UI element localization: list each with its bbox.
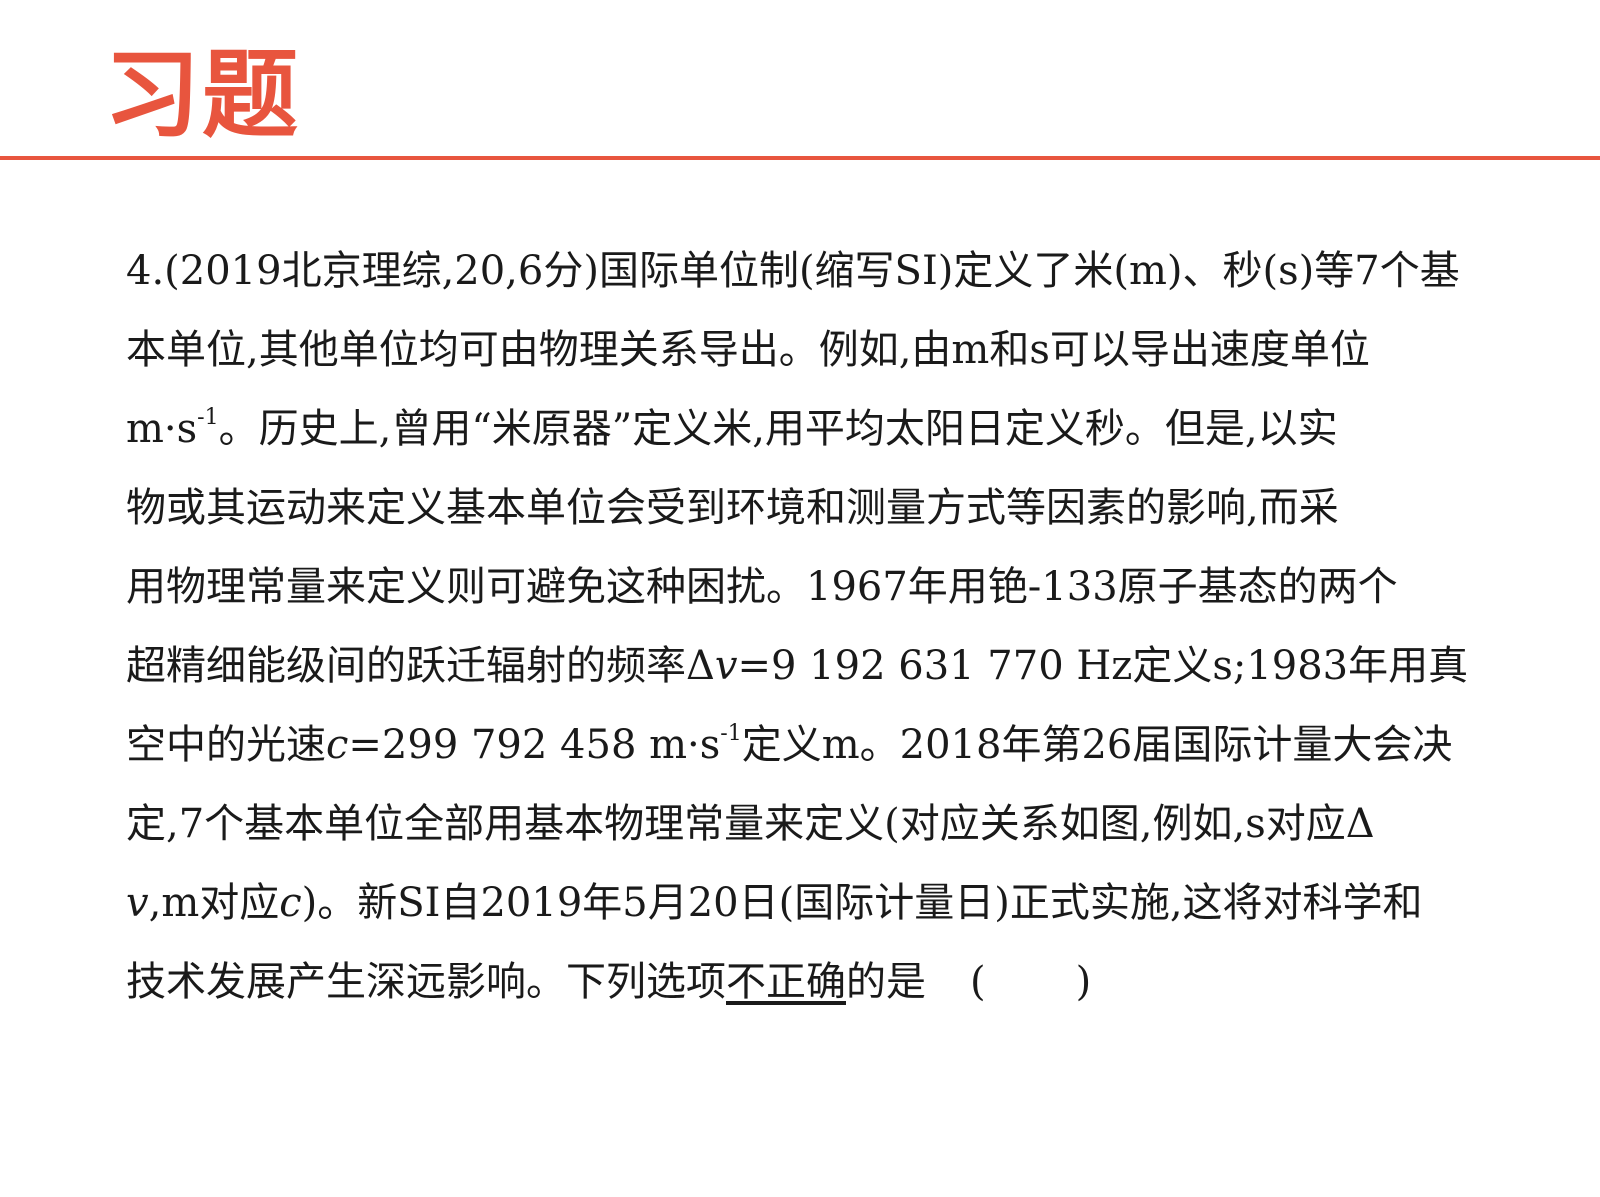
- light-speed-value: =299 792 458 m·s: [348, 722, 721, 768]
- question-line-9: v,m对应c)。新SI自2019年5月20日(国际计量日)正式实施,这将对科学和: [126, 864, 1516, 943]
- question-line-7-tail: 定义m。2018年第26届国际计量大会决: [741, 722, 1453, 768]
- question-line-5: 用物理常量来定义则可避免这种困扰。1967年用铯-133原子基态的两个: [126, 564, 1398, 610]
- unit-ms: m·s: [126, 406, 198, 452]
- symbol-c: c: [279, 880, 302, 926]
- question-line-6: 超精细能级间的跃迁辐射的频率Δv=9 192 631 770 Hz定义s;198…: [126, 627, 1516, 706]
- unit-exponent: -1: [720, 721, 742, 746]
- question-line-7-text: 空中的光速: [126, 722, 326, 768]
- bracket-close: ): [1075, 959, 1092, 1005]
- slide-title: 习题: [104, 39, 300, 151]
- answer-bracket: (): [926, 959, 1091, 1005]
- question-line-9-text: ,m对应: [148, 880, 280, 926]
- question-line-3: m·s-1。历史上,曾用“米原器”定义米,用平均太阳日定义秒。但是,以实: [126, 390, 1516, 469]
- question-line-2: 本单位,其他单位均可由物理关系导出。例如,由m和s可以导出速度单位: [126, 327, 1370, 373]
- question-line-10-tail: 的是: [846, 959, 926, 1005]
- question-line-1: 4.(2019北京理综,20,6分)国际单位制(缩写SI)定义了米(m)、秒(s…: [126, 248, 1460, 294]
- title-divider: [0, 156, 1600, 160]
- question-line-10-text: 技术发展产生深远影响。下列选项: [126, 959, 726, 1005]
- bracket-open: (: [970, 959, 986, 1005]
- symbol-nu: v: [126, 880, 149, 926]
- question-line-4: 物或其运动来定义基本单位会受到环境和测量方式等因素的影响,而采: [126, 485, 1339, 531]
- question-line-8: 定,7个基本单位全部用基本物理常量来定义(对应关系如图,例如,s对应Δ: [126, 801, 1375, 847]
- question-line-6-text: 超精细能级间的跃迁辐射的频率Δ: [126, 643, 715, 689]
- underlined-not-correct: 不正确: [726, 959, 846, 1005]
- unit-exponent: -1: [197, 405, 219, 430]
- question-text: 4.(2019北京理综,20,6分)国际单位制(缩写SI)定义了米(m)、秒(s…: [126, 232, 1516, 1022]
- question-line-3-text: 。历史上,曾用“米原器”定义米,用平均太阳日定义秒。但是,以实: [218, 406, 1338, 452]
- question-line-7: 空中的光速c=299 792 458 m·s-1定义m。2018年第26届国际计…: [126, 706, 1516, 785]
- question-line-10: 技术发展产生深远影响。下列选项不正确的是(): [126, 943, 1516, 1022]
- symbol-c: c: [326, 722, 349, 768]
- question-line-9-tail: )。新SI自2019年5月20日(国际计量日)正式实施,这将对科学和: [301, 880, 1423, 926]
- symbol-nu: v: [714, 643, 738, 689]
- frequency-value: =9 192 631 770 Hz定义s;1983年用真: [737, 643, 1469, 689]
